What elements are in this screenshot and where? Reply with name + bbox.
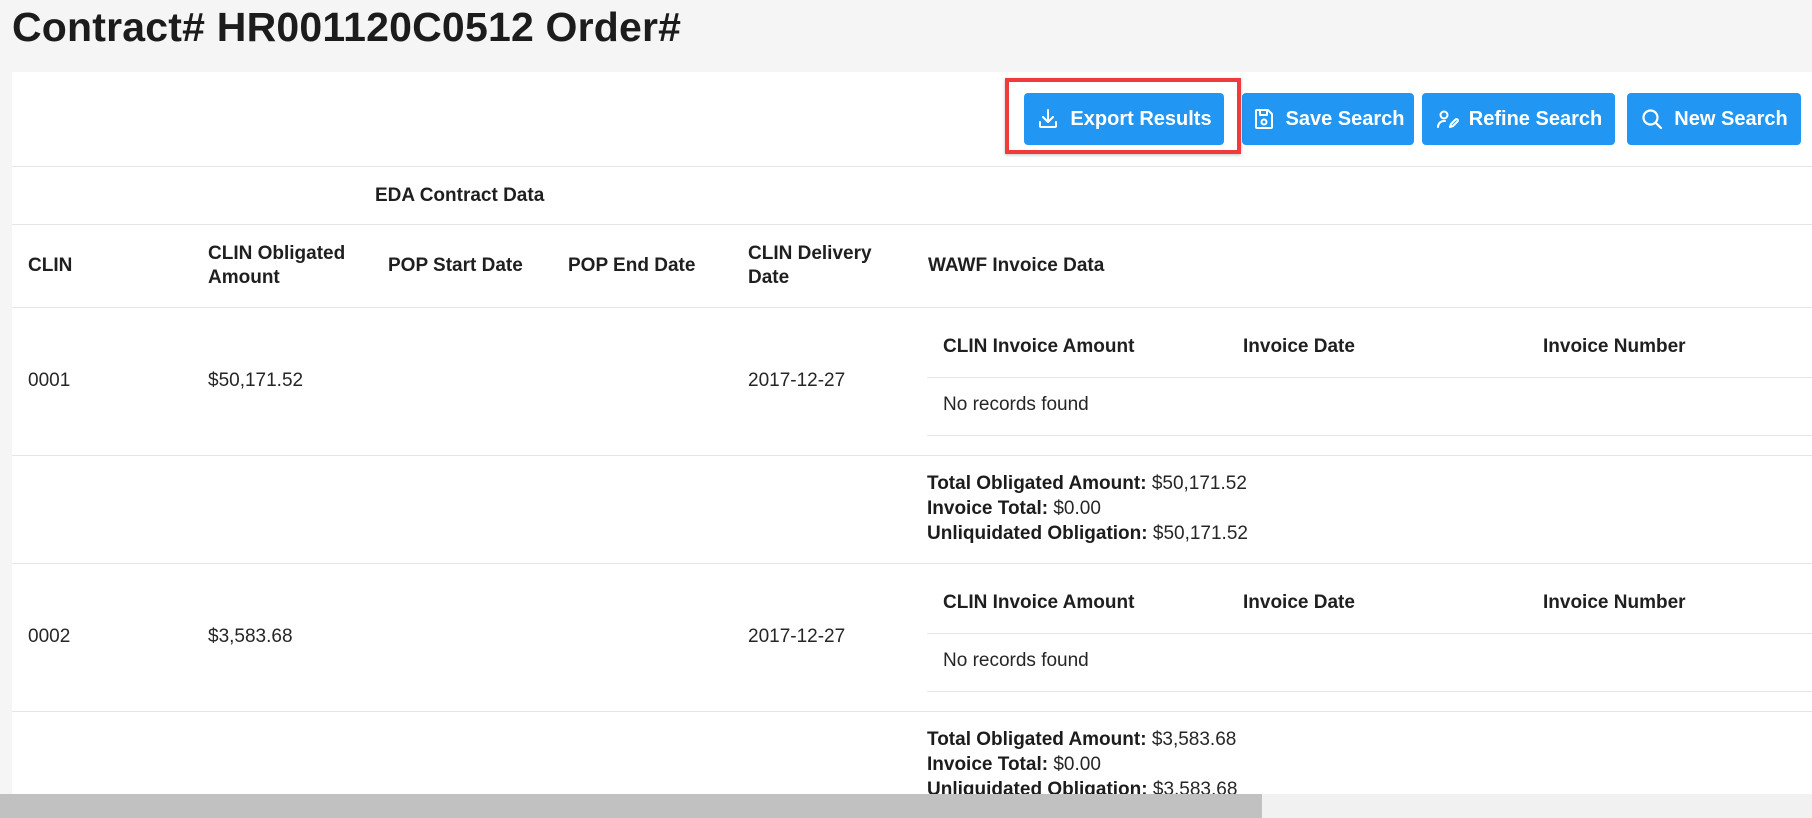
cell-clin: 0002	[28, 626, 71, 647]
user-edit-icon	[1436, 110, 1459, 128]
col-clin-delivery-line2[interactable]: Date	[748, 265, 789, 290]
summary-total-obligated-value: $3,583.68	[1151, 729, 1237, 750]
download-icon	[1039, 109, 1058, 128]
cell-clin: 0001	[28, 370, 71, 391]
summary-unliquidated: Unliquidated Obligation: $3,583.68	[927, 777, 1237, 794]
summary-invoice-total: Invoice Total: $0.00	[927, 752, 1101, 777]
summary-unliquidated-label: Unliquidated Obligation:	[927, 779, 1148, 794]
summary-invoice-total: Invoice Total: $0.00	[927, 496, 1101, 521]
col-wawf-invoice-data[interactable]: WAWF Invoice Data	[928, 253, 1104, 278]
cell-delivery-date: 2017-12-27	[748, 626, 846, 647]
summary-unliquidated-value: $50,171.52	[1152, 523, 1248, 544]
cell-obligated-amount: $50,171.52	[208, 370, 304, 391]
invoice-divider	[927, 435, 1812, 436]
export-results-label: Export Results	[1070, 107, 1212, 130]
summary-invoice-total-value: $0.00	[1053, 498, 1101, 519]
col-clin-obligated-line2[interactable]: Amount	[208, 265, 280, 290]
summary-unliquidated-label: Unliquidated Obligation:	[927, 523, 1148, 544]
horizontal-scrollbar-thumb[interactable]	[0, 794, 1262, 818]
new-search-button[interactable]: New Search	[1627, 93, 1801, 145]
save-icon	[1254, 109, 1273, 129]
save-search-button[interactable]: Save Search	[1242, 93, 1414, 145]
col-clin[interactable]: CLIN	[28, 253, 72, 278]
invoice-divider	[927, 377, 1812, 378]
cell-delivery-date: 2017-12-27	[748, 370, 846, 391]
col-pop-end-date[interactable]: POP End Date	[568, 253, 695, 278]
results-toolbar: Export Results Save Search Refine Search	[12, 72, 1812, 167]
summary-unliquidated-value: $3,583.68	[1152, 779, 1238, 794]
refine-search-button[interactable]: Refine Search	[1422, 93, 1615, 145]
invoice-col-amount[interactable]: CLIN Invoice Amount	[943, 590, 1134, 615]
refine-search-label: Refine Search	[1468, 107, 1603, 130]
new-search-label: New Search	[1674, 107, 1788, 130]
cell-obligated-amount: $3,583.68	[208, 626, 293, 647]
row-summary: Total Obligated Amount: $50,171.52 Invoi…	[12, 455, 1812, 564]
export-results-button[interactable]: Export Results	[1024, 93, 1224, 145]
summary-total-obligated-value: $50,171.52	[1151, 473, 1247, 494]
table-row: 0002 $3,583.68 2017-12-27 CLIN Invoice A…	[12, 563, 1812, 712]
invoice-empty-message: No records found	[943, 650, 1089, 671]
summary-invoice-total-value: $0.00	[1053, 754, 1101, 775]
eda-contract-data-header: EDA Contract Data	[375, 185, 545, 206]
invoice-col-amount[interactable]: CLIN Invoice Amount	[943, 334, 1134, 359]
invoice-divider	[927, 691, 1812, 692]
summary-total-obligated-label: Total Obligated Amount:	[927, 729, 1147, 750]
col-pop-start-date[interactable]: POP Start Date	[388, 253, 523, 278]
summary-unliquidated: Unliquidated Obligation: $50,171.52	[927, 521, 1248, 546]
search-icon	[1642, 109, 1663, 130]
invoice-col-date[interactable]: Invoice Date	[1243, 334, 1355, 359]
invoice-empty-message: No records found	[943, 394, 1089, 415]
table-row: 0001 $50,171.52 2017-12-27 CLIN Invoice …	[12, 307, 1812, 456]
save-search-label: Save Search	[1285, 107, 1405, 130]
summary-total-obligated-label: Total Obligated Amount:	[927, 473, 1147, 494]
invoice-col-date[interactable]: Invoice Date	[1243, 590, 1355, 615]
summary-invoice-total-label: Invoice Total:	[927, 498, 1049, 519]
summary-total-obligated: Total Obligated Amount: $50,171.52	[927, 471, 1247, 496]
column-header-row: CLIN CLIN Obligated Amount POP Start Dat…	[12, 224, 1812, 308]
group-header-row: EDA Contract Data	[12, 166, 1812, 225]
invoice-col-number[interactable]: Invoice Number	[1543, 590, 1686, 615]
summary-invoice-total-label: Invoice Total:	[927, 754, 1049, 775]
page-title: Contract# HR001120C0512 Order#	[12, 4, 682, 50]
col-clin-obligated-line1[interactable]: CLIN Obligated	[208, 241, 345, 266]
summary-total-obligated: Total Obligated Amount: $3,583.68	[927, 727, 1236, 752]
invoice-col-number[interactable]: Invoice Number	[1543, 334, 1686, 359]
row-summary: Total Obligated Amount: $3,583.68 Invoic…	[12, 711, 1812, 794]
invoice-divider	[927, 633, 1812, 634]
col-clin-delivery-line1[interactable]: CLIN Delivery	[748, 241, 872, 266]
results-panel: Export Results Save Search Refine Search	[12, 72, 1812, 794]
